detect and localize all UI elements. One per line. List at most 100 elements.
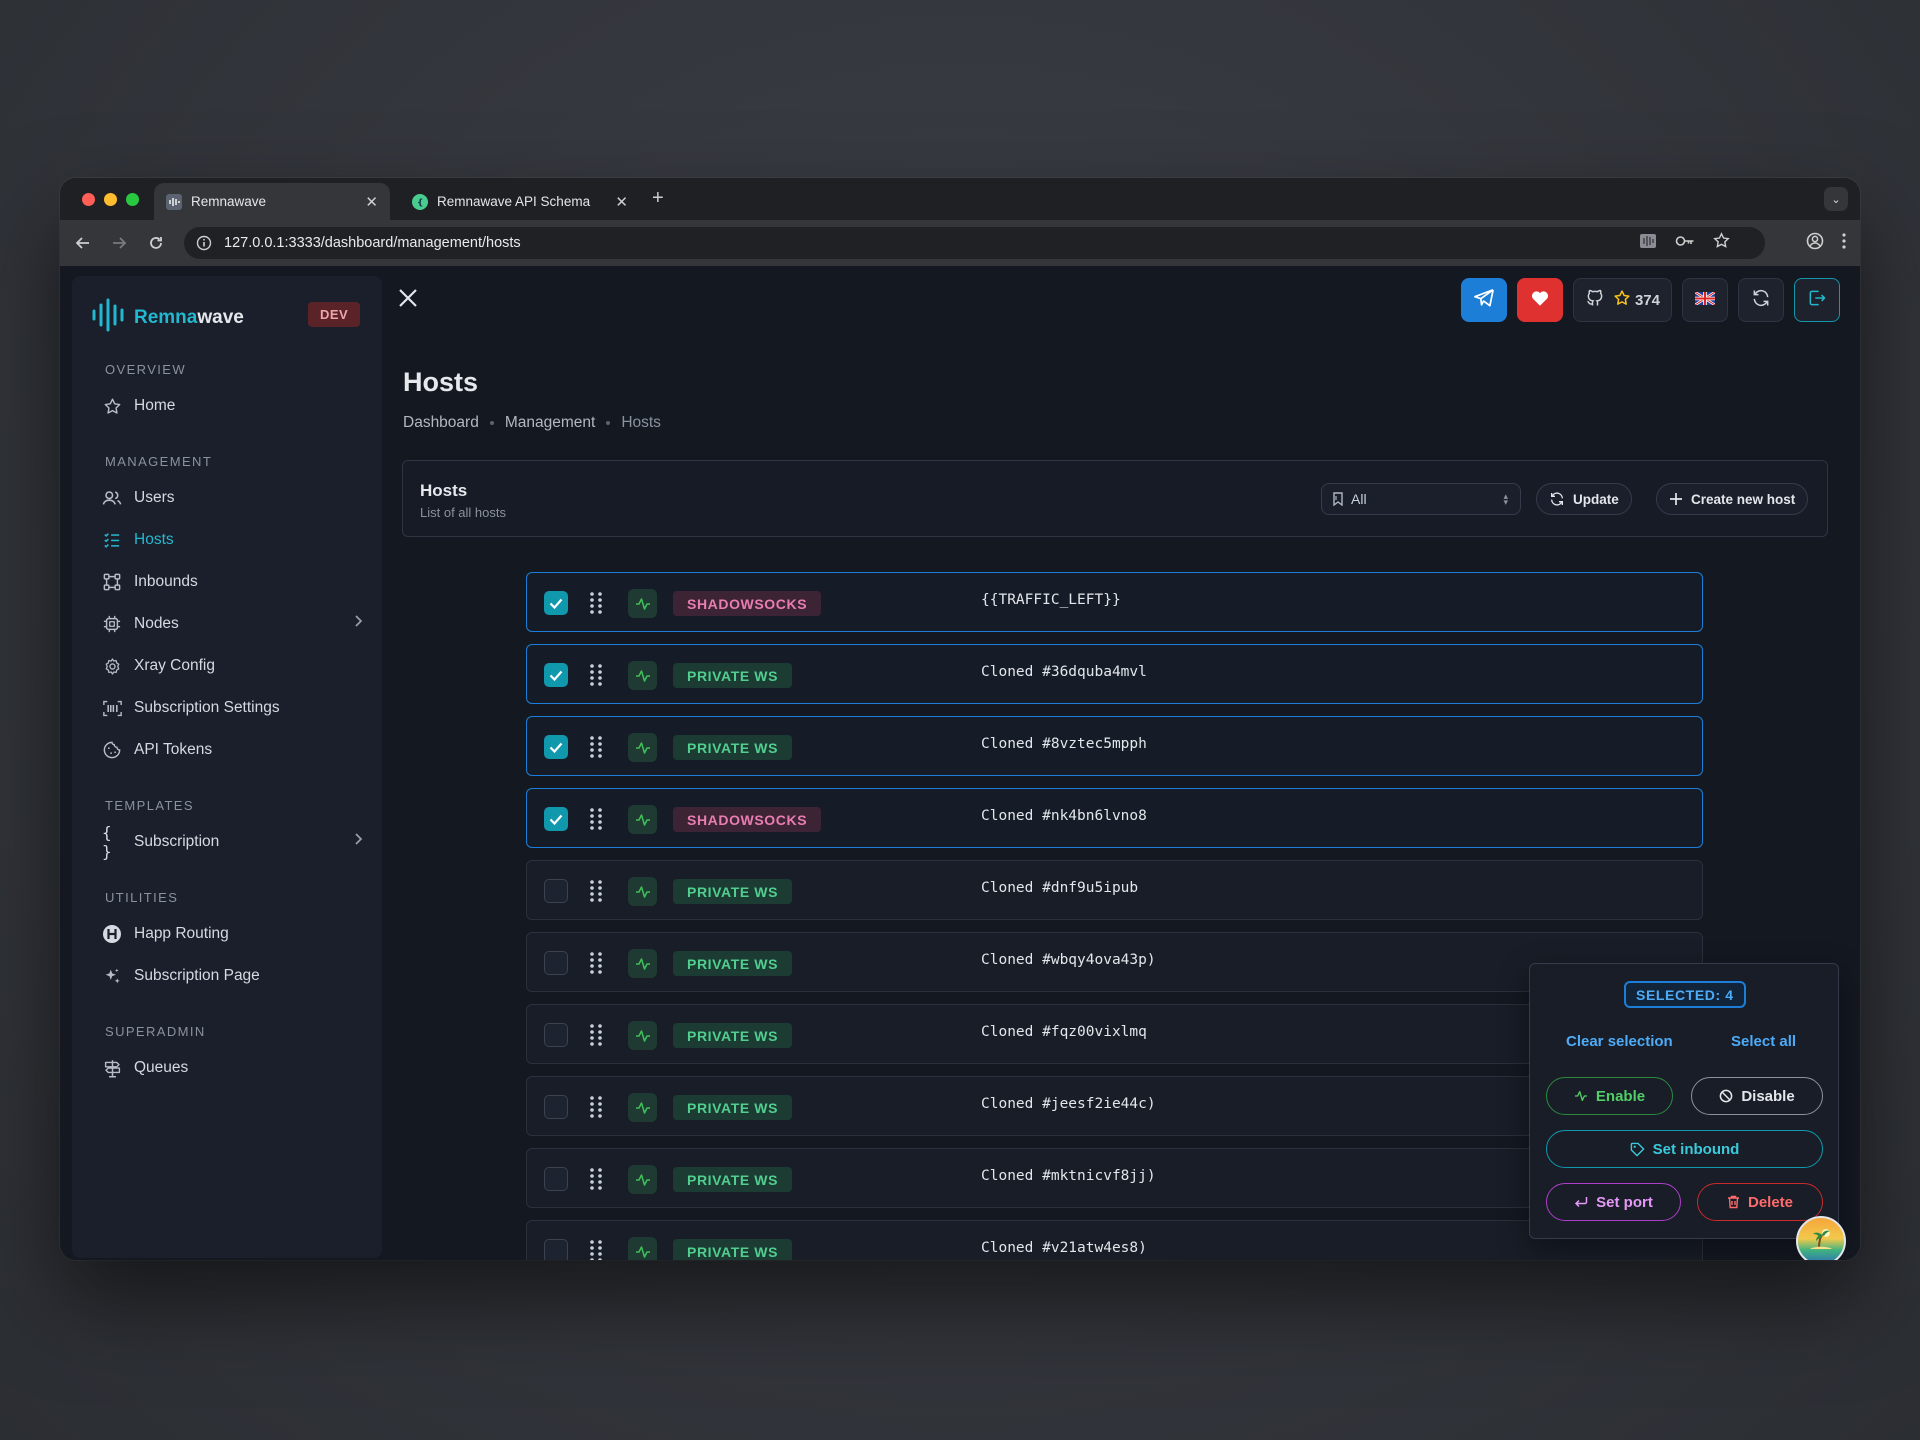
sidebar-item-nodes[interactable]: Nodes xyxy=(102,612,179,636)
protocol-badge: PRIVATE WS xyxy=(673,663,793,688)
sidebar-item-api-tokens[interactable]: API Tokens xyxy=(102,738,212,762)
tab-remnawave[interactable]: Remnawave ✕ xyxy=(154,183,390,220)
clear-selection-button[interactable]: Clear selection xyxy=(1566,1033,1673,1050)
breadcrumb-management[interactable]: Management xyxy=(505,414,595,432)
sidebar-item-home[interactable]: Home xyxy=(102,394,175,418)
drag-handle-icon[interactable] xyxy=(589,1095,603,1119)
host-row[interactable]: PRIVATE WS Cloned #36dquba4mvl xyxy=(526,644,1703,704)
drag-handle-icon[interactable] xyxy=(589,591,603,615)
profile-icon[interactable] xyxy=(1806,232,1824,255)
site-info-icon[interactable] xyxy=(196,235,212,251)
enable-button[interactable]: Enable xyxy=(1546,1077,1673,1115)
section-superadmin: SUPERADMIN xyxy=(105,1024,206,1039)
disable-button[interactable]: Disable xyxy=(1691,1077,1823,1115)
set-port-button[interactable]: Set port xyxy=(1546,1183,1681,1221)
host-row[interactable]: PRIVATE WS Cloned #mktnicvf8jj) xyxy=(526,1148,1703,1208)
sidebar-item-xray-config[interactable]: Xray Config xyxy=(102,654,215,678)
update-button[interactable]: Update xyxy=(1536,483,1632,515)
row-checkbox[interactable] xyxy=(544,1239,568,1260)
sidebar-item-users[interactable]: Users xyxy=(102,486,174,510)
drag-handle-icon[interactable] xyxy=(589,879,603,903)
tab-label: Remnawave API Schema xyxy=(437,194,591,209)
sidebar-item-subscription-page[interactable]: Subscription Page xyxy=(102,964,260,988)
row-checkbox[interactable] xyxy=(544,735,568,759)
activity-icon xyxy=(628,1021,657,1050)
delete-button[interactable]: Delete xyxy=(1697,1183,1823,1221)
tab-label: Remnawave xyxy=(191,194,267,209)
password-key-icon[interactable] xyxy=(1675,234,1695,253)
breadcrumb-dashboard[interactable]: Dashboard xyxy=(403,414,479,432)
browser-menu-icon[interactable] xyxy=(1842,233,1846,254)
address-bar[interactable]: 127.0.0.1:3333/dashboard/management/host… xyxy=(184,227,1765,259)
host-row[interactable]: SHADOWSOCKS {{TRAFFIC_LEFT}} xyxy=(526,572,1703,632)
drag-handle-icon[interactable] xyxy=(589,663,603,687)
star-outline-icon xyxy=(1613,289,1631,311)
chevron-right-icon[interactable] xyxy=(353,614,363,631)
drag-handle-icon[interactable] xyxy=(589,1023,603,1047)
drag-handle-icon[interactable] xyxy=(589,807,603,831)
extension-icon[interactable] xyxy=(1639,233,1657,254)
maximize-window-button[interactable] xyxy=(126,193,139,206)
host-row[interactable]: SHADOWSOCKS Cloned #nk4bn6lvno8 xyxy=(526,788,1703,848)
protocol-badge: PRIVATE WS xyxy=(673,1167,793,1192)
forward-icon[interactable] xyxy=(105,229,133,257)
host-row[interactable]: PRIVATE WS Cloned #v21atw4es8) xyxy=(526,1220,1703,1260)
row-checkbox[interactable] xyxy=(544,1095,568,1119)
minimize-window-button[interactable] xyxy=(104,193,117,206)
braces-icon: { } xyxy=(102,823,112,861)
protocol-badge: PRIVATE WS xyxy=(673,735,793,760)
drag-handle-icon[interactable] xyxy=(589,1239,603,1260)
set-inbound-button[interactable]: Set inbound xyxy=(1546,1130,1823,1168)
env-badge: DEV xyxy=(308,302,361,327)
host-row[interactable]: PRIVATE WS Cloned #fqz00vixlmq xyxy=(526,1004,1703,1064)
tab-api-schema[interactable]: { Remnawave API Schema ✕ xyxy=(400,183,640,220)
close-window-button[interactable] xyxy=(82,193,95,206)
row-checkbox[interactable] xyxy=(544,591,568,615)
chevron-right-icon[interactable] xyxy=(353,832,363,849)
reload-icon[interactable] xyxy=(142,229,170,257)
sponsor-button[interactable] xyxy=(1516,278,1563,322)
host-row[interactable]: PRIVATE WS Cloned #8vztec5mpph xyxy=(526,716,1703,776)
row-checkbox[interactable] xyxy=(544,807,568,831)
new-tab-icon[interactable]: + xyxy=(652,187,664,210)
select-all-button[interactable]: Select all xyxy=(1731,1033,1796,1050)
row-checkbox[interactable] xyxy=(544,663,568,687)
tab-close-icon[interactable]: ✕ xyxy=(365,193,378,211)
sidebar-item-subscription-settings[interactable]: Subscription Settings xyxy=(102,696,280,720)
heart-icon xyxy=(1530,289,1550,311)
language-button[interactable] xyxy=(1682,278,1728,322)
floating-avatar-button[interactable] xyxy=(1796,1216,1846,1260)
host-row[interactable]: PRIVATE WS Cloned #dnf9u5ipub xyxy=(526,860,1703,920)
bookmark-star-icon[interactable] xyxy=(1713,232,1730,254)
drag-handle-icon[interactable] xyxy=(589,735,603,759)
sidebar-item-queues[interactable]: Queues xyxy=(102,1056,188,1080)
plus-icon xyxy=(1669,492,1683,506)
github-stars-button[interactable]: 374 xyxy=(1572,278,1672,322)
telegram-button[interactable] xyxy=(1460,278,1507,322)
tab-search-icon[interactable]: ⌄ xyxy=(1824,187,1848,211)
sidebar-item-subscription[interactable]: { } Subscription xyxy=(102,823,219,861)
row-checkbox[interactable] xyxy=(544,951,568,975)
brand-logo[interactable]: Remnawave xyxy=(91,298,244,337)
row-checkbox[interactable] xyxy=(544,879,568,903)
tab-close-icon[interactable]: ✕ xyxy=(615,193,628,211)
row-checkbox[interactable] xyxy=(544,1167,568,1191)
selector-icon: ▴ ▾ xyxy=(1503,491,1508,507)
sidebar-item-happ-routing[interactable]: Happ Routing xyxy=(102,922,229,946)
sidebar-item-hosts[interactable]: Hosts xyxy=(102,528,174,552)
host-filter-select[interactable]: All ▴ ▾ xyxy=(1321,483,1521,515)
drag-handle-icon[interactable] xyxy=(589,1167,603,1191)
drag-handle-icon[interactable] xyxy=(589,951,603,975)
close-icon[interactable] xyxy=(394,284,422,312)
github-icon xyxy=(1585,288,1605,312)
host-row[interactable]: PRIVATE WS Cloned #jeesf2ie44c) xyxy=(526,1076,1703,1136)
row-checkbox[interactable] xyxy=(544,1023,568,1047)
logout-button[interactable] xyxy=(1794,278,1840,322)
host-remark: {{TRAFFIC_LEFT}} xyxy=(981,592,1121,608)
back-icon[interactable] xyxy=(69,229,97,257)
activity-icon xyxy=(1574,1090,1588,1102)
refresh-button[interactable] xyxy=(1738,278,1784,322)
create-host-button[interactable]: Create new host xyxy=(1656,483,1809,515)
host-row[interactable]: PRIVATE WS Cloned #wbqy4ova43p) xyxy=(526,932,1703,992)
sidebar-item-inbounds[interactable]: Inbounds xyxy=(102,570,198,594)
